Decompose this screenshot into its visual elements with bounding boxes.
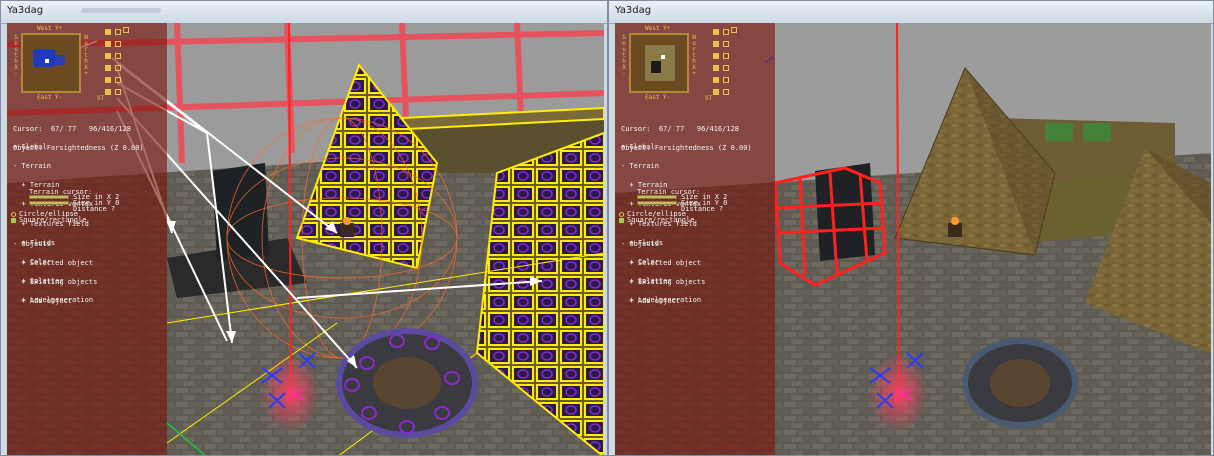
tree-item-objects[interactable]: - Objects [621, 240, 705, 247]
tool-grid-icon[interactable] [105, 65, 111, 71]
distance-label: Distance ? [681, 205, 724, 213]
tool-flag-check-icon[interactable] [723, 89, 729, 95]
minimap-north-label: West Y+ [645, 25, 671, 32]
minimap-east-label: North X+ [84, 34, 88, 77]
tool-smooth-icon[interactable] [105, 53, 111, 59]
window-title: Ya3dag [7, 5, 44, 16]
tool-grid-icon[interactable] [713, 65, 719, 71]
tree-item-add-object[interactable]: + Add object [621, 298, 705, 305]
tree-item-add-object[interactable]: + Add object [13, 298, 97, 305]
tool-line-icon[interactable] [713, 77, 719, 83]
tool-extra-icon[interactable] [731, 27, 737, 33]
size-x-slider[interactable] [637, 195, 677, 199]
tree-item-terrain-group[interactable]: - Terrain [13, 162, 93, 169]
tool-option-icon[interactable] [115, 29, 121, 35]
tool-line-check-icon[interactable] [115, 77, 121, 83]
tool-flag-icon[interactable] [105, 89, 111, 95]
tree-item-terrain-group[interactable]: - Terrain [621, 162, 701, 169]
tool-raise-icon[interactable] [105, 41, 111, 47]
circle-radio[interactable] [619, 212, 624, 217]
minimap-south-label: East Y- [37, 94, 63, 101]
square-label: Square/rectangle [627, 216, 695, 224]
3d-viewport[interactable]: West Y+ East Y- South X- North X+ ST Cur… [7, 23, 604, 455]
minimap-east-label: North X+ [692, 34, 696, 77]
tool-smooth-icon[interactable] [713, 53, 719, 59]
minimap-north-label: West Y+ [37, 25, 63, 32]
square-radio[interactable] [11, 218, 16, 223]
tool-brush-icon[interactable] [713, 29, 719, 35]
editor-window-right: Ya3dag West Y+ East Y- South X- North X+… [608, 0, 1214, 456]
tool-line-icon[interactable] [105, 77, 111, 83]
minimap[interactable] [21, 33, 81, 93]
tree-item-existing-objects[interactable]: + Existing objects [13, 278, 97, 285]
tool-raise-icon[interactable] [713, 41, 719, 47]
circle-radio[interactable] [11, 212, 16, 217]
tool-raise-check-icon[interactable] [723, 41, 729, 47]
tool-brush-icon[interactable] [105, 29, 111, 35]
minimap-west-label: South X- [622, 34, 626, 77]
tree-item-objects[interactable]: - Objects [13, 240, 97, 247]
size-x-slider[interactable] [29, 195, 69, 199]
tool-grid-check-icon[interactable] [115, 65, 121, 71]
size-y-slider[interactable] [637, 201, 677, 205]
tree-item-selected-object[interactable]: + Selected object [13, 259, 97, 266]
3d-viewport[interactable]: West Y+ East Y- South X- North X+ ST Cur… [615, 23, 1211, 455]
tree-item-global[interactable]: + Global [13, 143, 93, 150]
tool-option-icon[interactable] [723, 29, 729, 35]
tool-raise-check-icon[interactable] [115, 41, 121, 47]
tool-extra-icon[interactable] [123, 27, 129, 33]
title-bar[interactable]: Ya3dag [609, 1, 1213, 24]
tree-item-selected-object[interactable]: + Selected object [621, 259, 705, 266]
minimap-west-label: South X- [14, 34, 18, 77]
tool-smooth-check-icon[interactable] [723, 53, 729, 59]
tool-line-check-icon[interactable] [723, 77, 729, 83]
window-title: Ya3dag [615, 5, 652, 16]
tool-smooth-check-icon[interactable] [115, 53, 121, 59]
editor-window-left: Ya3dag West Y+ East Y- South X- North X+… [0, 0, 608, 456]
tree-item-existing-objects[interactable]: + Existing objects [621, 278, 705, 285]
tool-grid-check-icon[interactable] [723, 65, 729, 71]
tool-flag-check-icon[interactable] [115, 89, 121, 95]
tree-item-global[interactable]: + Global [621, 143, 701, 150]
minimap[interactable] [629, 33, 689, 93]
objects-tree: - Objects + Selected object + Existing o… [621, 228, 705, 318]
title-bar-extra [81, 8, 161, 13]
square-label: Square/rectangle [19, 216, 87, 224]
size-y-slider[interactable] [29, 201, 69, 205]
minimap-corner-label: ST [97, 95, 105, 102]
tool-flag-icon[interactable] [713, 89, 719, 95]
minimap-south-label: East Y- [645, 94, 671, 101]
objects-tree: - Objects + Selected object + Existing o… [13, 228, 97, 318]
minimap-corner-label: ST [705, 95, 713, 102]
title-bar[interactable]: Ya3dag [1, 1, 607, 24]
distance-label: Distance ? [73, 205, 116, 213]
square-radio[interactable] [619, 218, 624, 223]
